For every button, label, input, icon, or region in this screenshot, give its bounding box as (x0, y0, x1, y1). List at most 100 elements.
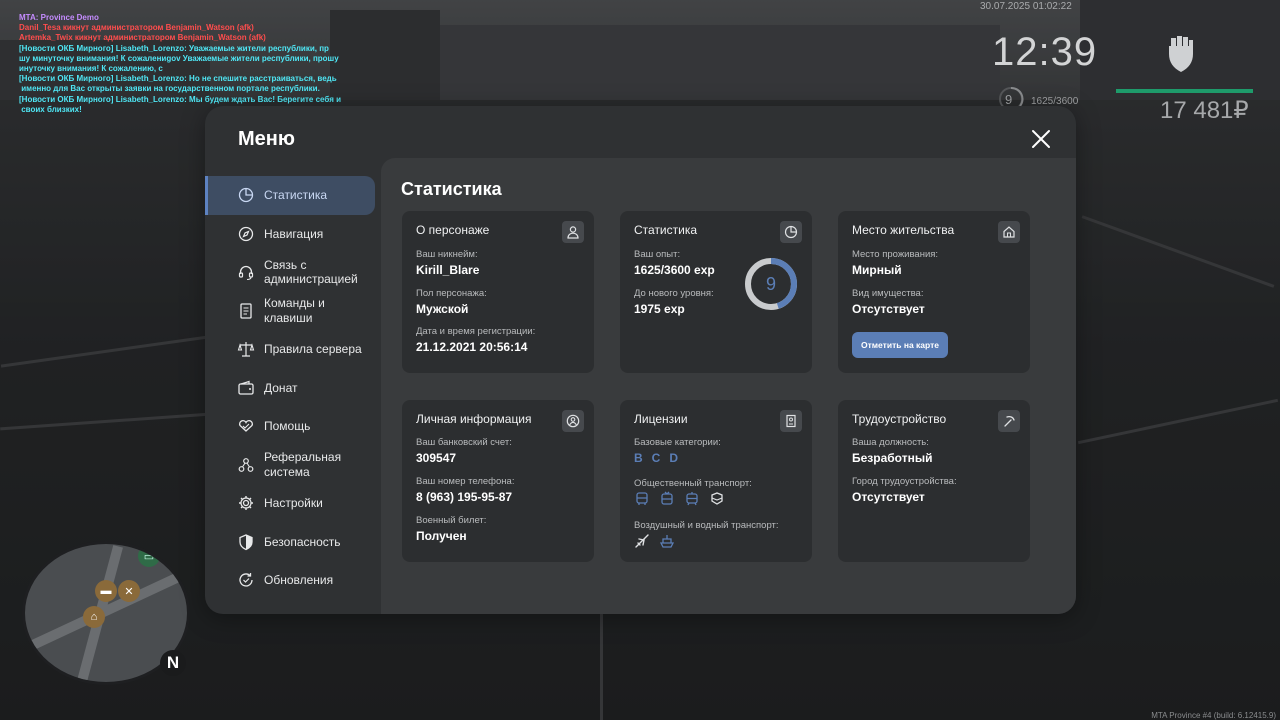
nickname-value: Kirill_Blare (416, 263, 480, 277)
exp-label: Ваш опыт: (634, 249, 681, 260)
health-bar (1116, 89, 1253, 93)
card-employment: Трудоустройство Ваша должность: Безработ… (838, 400, 1030, 562)
pie-chart-icon (780, 221, 802, 243)
train-icon (711, 492, 723, 505)
position-value: Безработный (852, 451, 933, 465)
chat-line: Artemka_Twix кикнут администратором Benj… (19, 33, 266, 43)
chat-line: [Новости ОКБ Мирного] Lisabeth_Lorenzo: … (19, 94, 342, 104)
build-info: MTA Province #4 (build: 6.12415.9) (1151, 711, 1276, 720)
sidebar-item-update[interactable]: Обновления (205, 561, 381, 600)
card-residence: Место жительства Место проживания: Мирны… (838, 211, 1030, 373)
phone-label: Ваш номер телефона: (416, 476, 515, 487)
gear-icon (237, 494, 255, 512)
card-title: Личная информация (416, 412, 532, 426)
sidebar-item-label: Статистика (264, 188, 328, 202)
update-icon (237, 571, 255, 589)
pie-chart-icon (237, 186, 255, 204)
gender-label: Пол персонажа: (416, 288, 487, 299)
work-city-label: Город трудоустройства: (852, 476, 957, 487)
mark-on-map-button[interactable]: Отметить на карте (852, 332, 948, 358)
sidebar-item-shield[interactable]: Безопасность (205, 523, 381, 562)
menu-title: Меню (238, 128, 295, 150)
tram-icon (686, 492, 698, 506)
headset-icon (237, 263, 255, 281)
sidebar-item-gear[interactable]: Настройки (205, 484, 381, 523)
card-title: Трудоустройство (852, 412, 947, 426)
north-icon: N (160, 650, 186, 676)
position-label: Ваша должность: (852, 437, 929, 448)
bank-value: 309547 (416, 451, 457, 465)
trolleybus-icon (661, 491, 673, 505)
sidebar-item-headset[interactable]: Связь с администрацией (205, 253, 381, 292)
page-title: Статистика (401, 179, 502, 199)
sidebar-item-heart-hand[interactable]: Помощь (205, 407, 381, 446)
sidebar-item-pie-chart[interactable]: Статистика (205, 176, 375, 215)
work-city-value: Отсутствует (852, 490, 925, 504)
chat-line: инуточку внимания! К сожалению, с (19, 64, 163, 74)
sidebar-item-scales[interactable]: Правила сервера (205, 330, 381, 369)
close-icon (1032, 130, 1050, 148)
chat-line: [Новости ОКБ Мирного] Lisabeth_Lorenzo: … (19, 74, 337, 84)
card-title: Место жительства (852, 223, 955, 237)
close-button[interactable] (1029, 126, 1053, 152)
sidebar-item-label: Правила сервера (264, 342, 362, 356)
tools-icon: ✕ (118, 580, 140, 602)
referral-icon (237, 456, 255, 474)
chat-line: MTA: Province Demo (19, 13, 99, 22)
scales-icon (237, 340, 255, 358)
airplane-icon (635, 534, 649, 548)
registration-label: Дата и время регистрации: (416, 326, 536, 337)
registration-value: 21.12.2021 20:56:14 (416, 340, 528, 354)
license-category: D (669, 451, 680, 465)
hud-level: 9 (1005, 92, 1013, 107)
chat-log: MTA: Province Demo Danil_Tesa кикнут адми… (19, 13, 349, 115)
chat-line: шу минуточку внимания! К сожалениgov Ува… (19, 53, 339, 63)
fist-icon (1163, 34, 1199, 74)
sidebar-item-wallet[interactable]: Донат (205, 369, 381, 408)
bus-icon (636, 492, 648, 505)
residence-value: Мирный (852, 263, 902, 277)
sidebar-item-label: Команды и клавиши (264, 296, 325, 325)
heart-hand-icon (237, 417, 255, 435)
card-statistics: Статистика Ваш опыт: 1625/3600 exp До но… (620, 211, 812, 373)
sidebar-item-referral[interactable]: Реферальная система (205, 446, 381, 485)
sidebar-item-label: Навигация (264, 226, 324, 241)
hud-money: 17 481₽ (1160, 97, 1249, 124)
level-number: 9 (765, 273, 776, 294)
sidebar: Статистика Навигация Связь с администрацие… (205, 176, 381, 600)
residence-label: Место проживания: (852, 249, 939, 260)
base-categories-label: Базовые категории: (634, 437, 721, 448)
public-transport-label: Общественный транспорт: (634, 478, 752, 489)
nickname-label: Ваш никнейм: (416, 249, 478, 260)
pickaxe-icon (998, 410, 1020, 432)
compass-icon (237, 225, 255, 243)
license-category: B (634, 451, 644, 465)
document-icon (237, 302, 255, 320)
card-character: О персонаже Ваш никнейм: Kirill_Blare По… (402, 211, 594, 373)
license-icon (780, 410, 802, 432)
wallet-icon (237, 379, 255, 397)
shield-icon (237, 533, 255, 551)
content-panel: Статистика О персонаже Ваш никнейм: Kiri… (381, 158, 1076, 614)
card-personal-info: Личная информация Ваш банковский счет: 3… (402, 400, 594, 562)
military-value: Получен (416, 529, 467, 543)
sidebar-item-compass[interactable]: Навигация (205, 215, 381, 254)
user-icon (562, 221, 584, 243)
phone-value: 8 (963) 195-95-87 (416, 490, 513, 504)
hud-clock: 12:39 (992, 30, 1098, 74)
sidebar-item-label: Помощь (264, 419, 311, 433)
exp-value: 1625/3600 exp (634, 263, 715, 277)
sidebar-item-document[interactable]: Команды и клавиши (205, 292, 381, 331)
sidebar-item-label: Обновления (264, 573, 334, 587)
garage-icon: ⌂ (83, 606, 105, 628)
boat-icon (659, 535, 675, 548)
home-icon (998, 221, 1020, 243)
bank-label: Ваш банковский счет: (416, 437, 512, 448)
public-transport-icons (634, 491, 725, 507)
sidebar-item-label: Настройки (264, 496, 323, 510)
user-circle-icon (562, 410, 584, 432)
hud-datetime: 30.07.2025 01:02:22 (980, 1, 1072, 12)
license-categories: BCD (634, 451, 687, 465)
truck-icon: ▬ (95, 580, 117, 602)
card-title: О персонаже (416, 223, 490, 237)
